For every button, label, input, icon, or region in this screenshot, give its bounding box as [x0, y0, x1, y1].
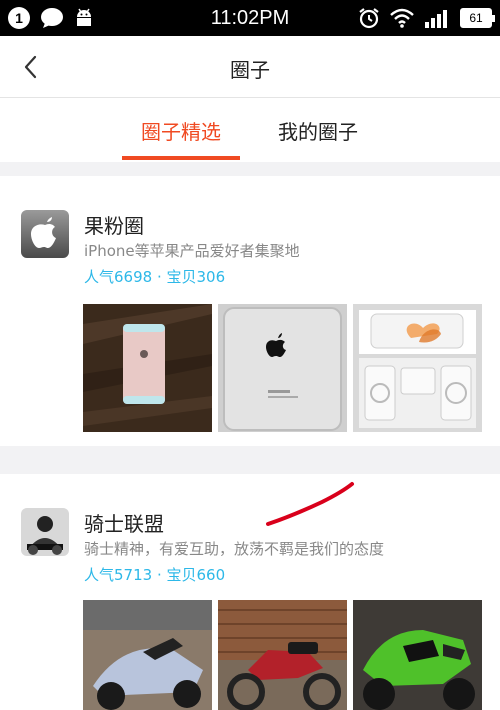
active-tab-indicator [122, 156, 240, 160]
sportbike-photo-icon [353, 600, 482, 710]
circle-name: 骑士联盟 [84, 512, 164, 536]
circle-stats: 人气6698 · 宝贝306 [84, 268, 226, 286]
phone-photo-icon [83, 304, 212, 432]
circle-thumbnails [83, 600, 482, 710]
scooter-photo-icon [83, 600, 212, 710]
motorcycle-photo-icon [218, 600, 347, 710]
circle-description: 骑士精神，有爱互助，放荡不羁是我们的态度 [84, 540, 385, 558]
circle-card[interactable]: 果粉圈 iPhone等苹果产品爱好者集聚地 人气6698 · 宝贝306 [0, 176, 500, 446]
red-annotation-stroke [266, 482, 354, 526]
circle-avatar [21, 210, 69, 258]
thumbnail-image[interactable] [83, 600, 212, 710]
status-bar: 1 11:02PM 61 [0, 0, 500, 36]
circle-avatar [21, 508, 69, 556]
alarm-clock-icon [359, 8, 379, 29]
circle-name: 果粉圈 [84, 214, 144, 238]
page-title: 圈子 [230, 58, 270, 82]
thumbnail-image[interactable] [353, 304, 482, 432]
thumbnail-image[interactable] [83, 304, 212, 432]
circle-description: iPhone等苹果产品爱好者集聚地 [84, 242, 300, 260]
battery-indicator: 61 [460, 8, 495, 28]
navigation-bar: 圈子 [0, 36, 500, 98]
tab-featured-circles[interactable]: 圈子精选 [122, 98, 240, 162]
biker-avatar-icon [21, 508, 69, 556]
tab-bar: 圈子精选 我的圈子 [0, 98, 500, 162]
circle-card[interactable]: 骑士联盟 骑士精神，有爱互助，放荡不羁是我们的态度 人气5713 · 宝贝660 [0, 474, 500, 710]
tab-my-circles[interactable]: 我的圈子 [262, 98, 374, 162]
status-right: 61 [358, 7, 495, 29]
signal-icon [425, 10, 447, 28]
circle-thumbnails [83, 304, 482, 432]
thumbnail-image[interactable] [353, 600, 482, 710]
apple-logo-icon [21, 210, 69, 258]
iphone-box-photo-icon [353, 304, 482, 432]
thumbnail-image[interactable] [218, 600, 347, 710]
ipad-photo-icon [218, 304, 347, 432]
wifi-icon [390, 8, 414, 28]
circle-stats: 人气5713 · 宝贝660 [84, 566, 226, 584]
thumbnail-image[interactable] [218, 304, 347, 432]
